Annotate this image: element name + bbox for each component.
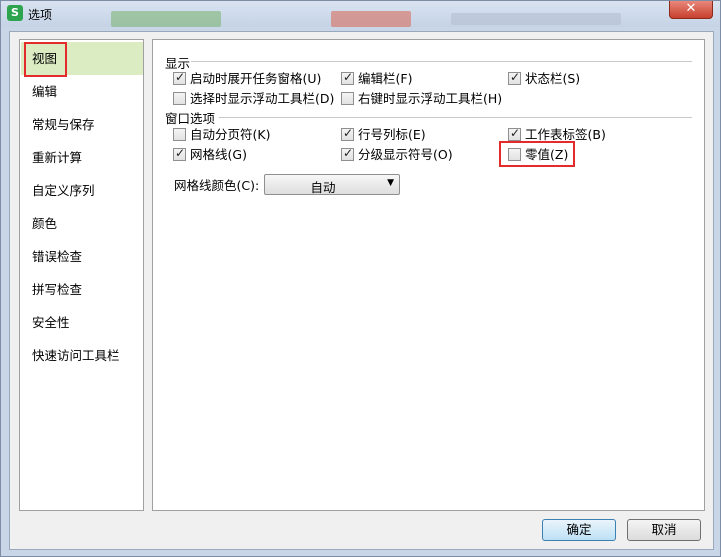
sidebar-item-security[interactable]: 安全性 [21,306,143,339]
app-logo-icon: S [7,5,23,21]
checkbox-label: 自动分页符(K) [190,127,271,142]
dropdown-arrow-icon: ▼ [387,178,394,188]
sidebar-item-label: 安全性 [32,315,70,330]
checkbox-label: 零值(Z) [525,147,569,162]
sidebar-item-error-check[interactable]: 错误检查 [21,240,143,273]
dialog-title: 选项 [28,8,53,22]
sidebar-item-recalculate[interactable]: 重新计算 [21,141,143,174]
checkbox-label: 编辑栏(F) [358,71,413,86]
sidebar-item-quick-access-toolbar[interactable]: 快速访问工具栏 [21,339,143,372]
gridline-color-label: 网格线颜色(C): [174,178,260,193]
checkbox-label: 行号列标(E) [358,127,426,142]
highlight-box [24,42,67,77]
background-blur [111,11,221,27]
check-icon: ✓ [343,146,354,160]
checkbox-box[interactable]: ✓ [341,126,354,141]
select-value: 自动 [310,180,336,195]
checkbox-label: 右键时显示浮动工具栏(H) [358,91,503,106]
sidebar-item-label: 错误检查 [32,249,83,264]
close-button[interactable]: ✕ [669,1,713,19]
checkbox-box[interactable]: ✓ [173,146,186,161]
checkbox-label: 网格线(G) [190,147,247,162]
checkbox-box[interactable]: ✓ [341,70,354,85]
sidebar-item-custom-lists[interactable]: 自定义序列 [21,174,143,207]
sidebar-item-label: 重新计算 [32,150,83,165]
close-icon: ✕ [685,1,697,16]
check-icon: ✓ [510,126,521,140]
section-title-window-options: 窗口选项 [165,111,216,126]
settings-panel: 显示 ✓ 启动时展开任务窗格(U) ✓ 编辑栏(F) ✓ 状态栏(S) 选择时显… [152,39,705,511]
checkbox-label: 分级显示符号(O) [358,147,453,162]
category-sidebar: 视图 编辑 常规与保存 重新计算 自定义序列 颜色 错误检查 拼写检查 安全性 … [19,39,144,511]
checkbox-box[interactable]: ✓ [173,70,186,85]
checkbox-box[interactable]: ✓ [508,70,521,85]
sidebar-item-general-save[interactable]: 常规与保存 [21,108,143,141]
check-icon: ✓ [343,126,354,140]
check-icon: ✓ [343,70,354,84]
dialog-client: 视图 编辑 常规与保存 重新计算 自定义序列 颜色 错误检查 拼写检查 安全性 … [9,31,714,550]
section-divider [219,117,692,118]
sidebar-item-view[interactable]: 视图 [21,42,143,77]
checkbox-label: 启动时展开任务窗格(U) [190,71,322,86]
checkbox-box[interactable]: ✓ [341,146,354,161]
check-icon: ✓ [175,146,186,160]
options-dialog: S 选项 ✕ 视图 编辑 常规与保存 重新计算 自定义序列 颜色 错误检查 拼写… [0,0,721,557]
sidebar-item-color[interactable]: 颜色 [21,207,143,240]
background-blur [451,13,621,25]
checkbox-box[interactable] [508,148,521,161]
checkbox-label: 状态栏(S) [525,71,581,86]
checkbox-box[interactable] [173,92,186,105]
sidebar-item-spell-check[interactable]: 拼写检查 [21,273,143,306]
cancel-button[interactable]: 取消 [627,519,701,541]
checkbox-box[interactable]: ✓ [508,126,521,141]
background-blur [331,11,411,27]
sidebar-item-label: 常规与保存 [32,117,95,132]
ok-button[interactable]: 确定 [542,519,616,541]
check-icon: ✓ [175,70,186,84]
sidebar-item-label: 自定义序列 [32,183,95,198]
sidebar-item-label: 拼写检查 [32,282,83,297]
check-icon: ✓ [510,70,521,84]
checkbox-label: 选择时显示浮动工具栏(D) [190,91,335,106]
gridline-color-select[interactable]: 自动 ▼ [264,174,400,195]
section-divider [191,61,692,62]
sidebar-item-label: 快速访问工具栏 [32,348,120,363]
checkbox-box[interactable] [173,128,186,141]
title-bar: S 选项 ✕ [1,1,720,27]
sidebar-item-label: 颜色 [32,216,58,231]
sidebar-item-label: 编辑 [32,84,58,99]
sidebar-item-edit[interactable]: 编辑 [21,75,143,108]
checkbox-box[interactable] [341,92,354,105]
